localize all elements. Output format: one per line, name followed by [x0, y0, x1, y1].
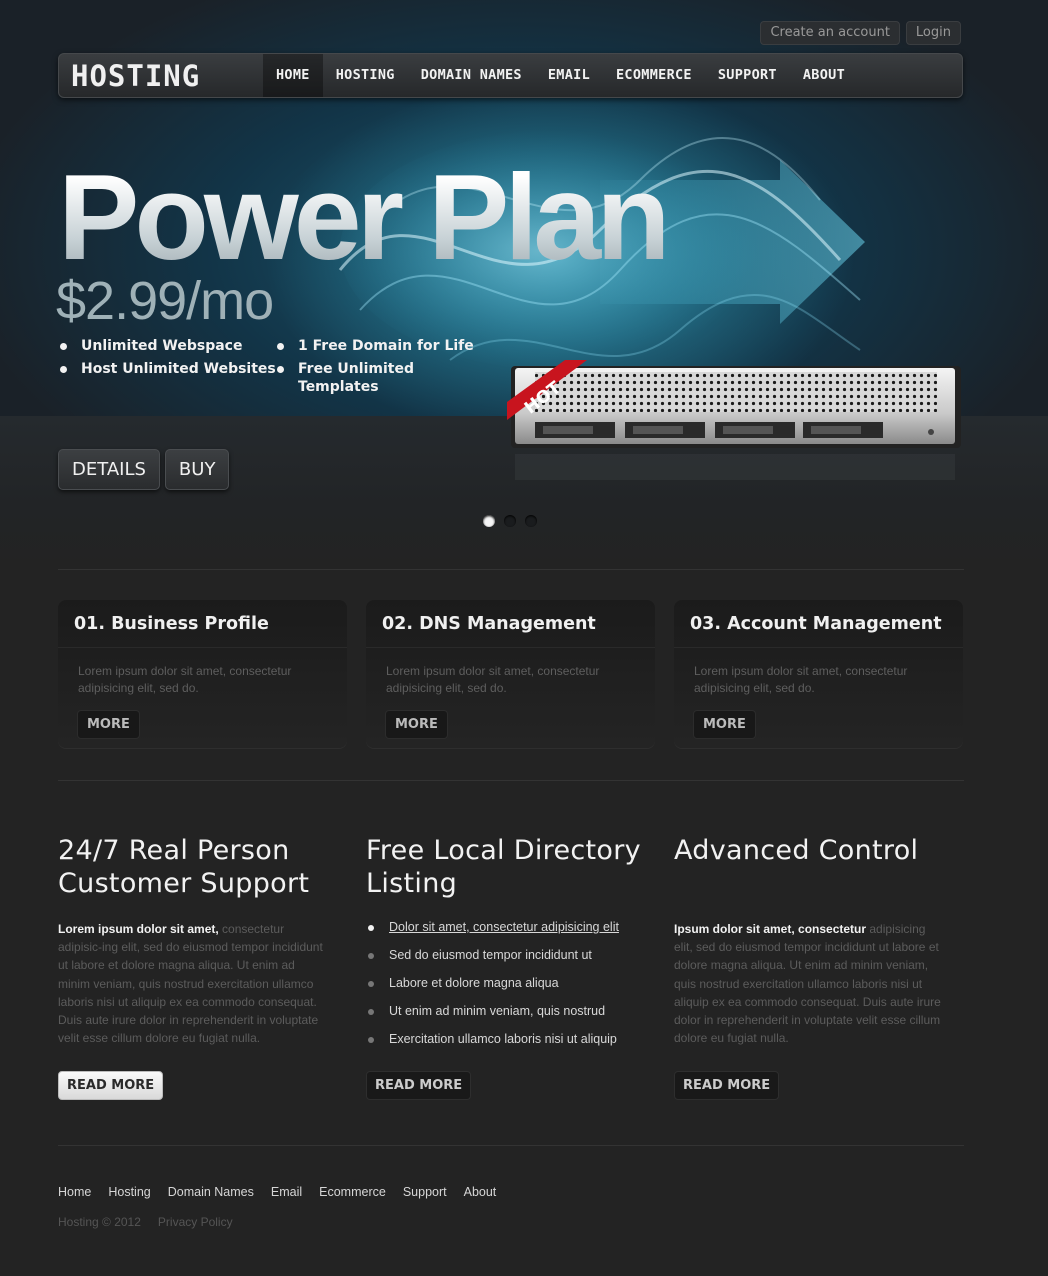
nav-support[interactable]: SUPPORT [705, 54, 790, 97]
read-more-button[interactable]: READ MORE [58, 1071, 164, 1100]
feature-item: Unlimited Webspace [60, 337, 277, 355]
list-item: Exercitation ullamco laboris nisi ut ali… [366, 1032, 656, 1060]
more-button[interactable]: MORE [385, 710, 448, 739]
footer-nav: Home Hosting Domain Names Email Ecommerc… [58, 1185, 496, 1199]
nav-ecommerce[interactable]: ECOMMERCE [603, 54, 705, 97]
more-button[interactable]: MORE [77, 710, 140, 739]
footer-link-domain-names[interactable]: Domain Names [168, 1185, 254, 1199]
hero-actions: DETAILS BUY [58, 449, 230, 490]
footer-link-support[interactable]: Support [403, 1185, 447, 1199]
column-title: Free Local Directory Listing [366, 834, 656, 900]
footer-link-hosting[interactable]: Hosting [108, 1185, 150, 1199]
service-title: 02. DNS Management [382, 614, 596, 634]
control-column: Advanced Control Ipsum dolor sit amet, c… [674, 834, 964, 1114]
directory-column: Free Local Directory Listing Dolor sit a… [366, 834, 656, 1114]
section-divider [58, 569, 964, 570]
plan-features: Unlimited Webspace 1 Free Domain for Lif… [60, 337, 500, 395]
read-more-button[interactable]: READ MORE [674, 1071, 780, 1100]
server-rack-image: HOT [507, 360, 961, 480]
support-column: 24/7 Real Person Customer Support Lorem … [58, 834, 348, 1114]
slide-dot-1[interactable] [483, 515, 495, 527]
column-title-line: 24/7 Real Person [58, 835, 290, 866]
service-title: 01. Business Profile [74, 614, 269, 634]
copyright-text: Hosting © 2012 [58, 1215, 141, 1229]
service-divider [58, 647, 347, 648]
column-title-line: Listing [366, 868, 458, 899]
column-title: 24/7 Real Person Customer Support [58, 834, 348, 900]
service-title: 03. Account Management [690, 614, 942, 634]
nav-home[interactable]: HOME [263, 54, 323, 97]
list-item: Sed do eiusmod tempor incididunt ut [366, 948, 656, 976]
read-more-button[interactable]: READ MORE [366, 1071, 472, 1100]
plan-title: Power Plan [58, 149, 671, 285]
nav-hosting[interactable]: HOSTING [323, 54, 408, 97]
list-item-link[interactable]: Dolor sit amet, consectetur adipisicing … [366, 920, 656, 948]
feature-item: 1 Free Domain for Life [277, 337, 497, 355]
footer-link-about[interactable]: About [464, 1185, 497, 1199]
details-button[interactable]: DETAILS [58, 449, 160, 490]
column-title: Advanced Control [674, 835, 919, 866]
footer-meta: Hosting © 2012 Privacy Policy [58, 1215, 233, 1229]
login-link[interactable]: Login [905, 21, 961, 45]
service-card: 01. Business Profile Lorem ipsum dolor s… [58, 600, 347, 748]
service-card: 02. DNS Management Lorem ipsum dolor sit… [366, 600, 655, 748]
account-links: Create an account Login [760, 21, 961, 45]
feature-item: Host Unlimited Websites [60, 360, 277, 378]
column-title-line: Free Local Directory [366, 835, 641, 866]
privacy-policy-link[interactable]: Privacy Policy [158, 1215, 233, 1229]
column-lead: Lorem ipsum dolor sit amet, [58, 922, 219, 936]
service-text: Lorem ipsum dolor sit amet, consectetur … [386, 664, 600, 695]
footer-link-ecommerce[interactable]: Ecommerce [319, 1185, 386, 1199]
slide-dot-2[interactable] [504, 515, 516, 527]
column-title-line: Customer Support [58, 868, 310, 899]
service-divider [674, 647, 963, 648]
service-card: 03. Account Management Lorem ipsum dolor… [674, 600, 963, 748]
site-logo[interactable]: HOSTING [71, 59, 200, 93]
column-lead: Ipsum dolor sit amet, consectetur [674, 922, 867, 936]
main-navbar: HOSTING HOME HOSTING DOMAIN NAMES EMAIL … [58, 53, 963, 98]
column-text: adipisicing elit, sed do eiusmod tempor … [674, 922, 941, 1046]
footer-link-home[interactable]: Home [58, 1185, 91, 1199]
footer-link-email[interactable]: Email [271, 1185, 302, 1199]
list-item: Labore et dolore magna aliqua [366, 976, 656, 1004]
create-account-link[interactable]: Create an account [760, 21, 900, 45]
buy-button[interactable]: BUY [164, 449, 230, 490]
service-text: Lorem ipsum dolor sit amet, consectetur … [78, 664, 292, 695]
service-divider [366, 647, 655, 648]
more-button[interactable]: MORE [693, 710, 756, 739]
list-item: Ut enim ad minim veniam, quis nostrud [366, 1004, 656, 1032]
nav-menu: HOME HOSTING DOMAIN NAMES EMAIL ECOMMERC… [263, 54, 858, 97]
service-text: Lorem ipsum dolor sit amet, consectetur … [694, 664, 908, 695]
feature-item: Free Unlimited Templates [277, 360, 497, 395]
section-divider [58, 780, 964, 781]
slide-dot-3[interactable] [525, 515, 537, 527]
column-text: consectetur adipisic-ing elit, sed do ei… [58, 922, 323, 1046]
services-row: 01. Business Profile Lorem ipsum dolor s… [58, 600, 964, 748]
directory-list: Dolor sit amet, consectetur adipisicing … [366, 920, 656, 1060]
plan-price: $2.99/mo [56, 271, 274, 331]
nav-about[interactable]: ABOUT [790, 54, 858, 97]
column-body: Lorem ipsum dolor sit amet, consectetur … [58, 920, 328, 1047]
column-body: Ipsum dolor sit amet, consectetur adipis… [674, 920, 944, 1047]
nav-email[interactable]: EMAIL [535, 54, 603, 97]
slider-pagination [483, 515, 537, 527]
nav-domain-names[interactable]: DOMAIN NAMES [408, 54, 535, 97]
section-divider [58, 1145, 964, 1146]
